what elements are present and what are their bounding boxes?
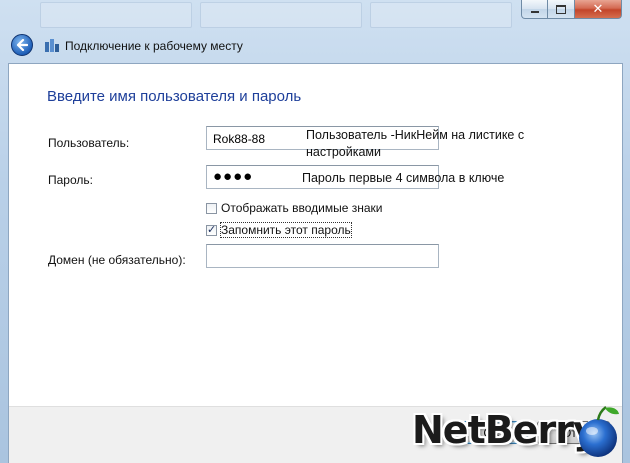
window-frame: ✕ Подключение к рабочему месту Введите и…: [0, 0, 630, 463]
password-mask: ●●●●: [213, 168, 254, 185]
user-annotation: Пользователь -НикНейм на листике с настр…: [306, 127, 524, 161]
user-annotation-line2: настройками: [306, 145, 381, 159]
remember-password-checkbox-row[interactable]: ✓ Запомнить этот пароль: [206, 222, 352, 238]
background-ghost: [200, 2, 362, 28]
password-annotation: Пароль первые 4 символа в ключе: [302, 171, 505, 185]
watermark-text: NetBerry: [412, 408, 598, 452]
minimize-button[interactable]: [521, 0, 548, 19]
user-label: Пользователь:: [48, 136, 130, 150]
remember-password-checkbox[interactable]: ✓: [206, 223, 217, 236]
checkbox-check-icon: ✓: [207, 223, 217, 236]
title-bar: Подключение к рабочему месту: [0, 28, 630, 62]
watermark-logo: NetBerry: [412, 402, 624, 462]
network-connection-icon: [45, 39, 59, 52]
password-label: Пароль:: [48, 173, 93, 187]
user-input-value: Rok88-88: [213, 132, 266, 146]
back-arrow-icon: [16, 39, 28, 51]
maximize-icon: [556, 4, 566, 14]
maximize-button[interactable]: [548, 0, 575, 19]
minimize-icon: [530, 11, 539, 13]
close-icon: ✕: [592, 1, 604, 16]
show-chars-checkbox[interactable]: [206, 202, 217, 214]
remember-password-label[interactable]: Запомнить этот пароль: [220, 222, 352, 238]
show-chars-checkbox-row[interactable]: Отображать вводимые знаки: [206, 201, 382, 215]
window-title: Подключение к рабочему месту: [65, 39, 243, 53]
background-ghost: [40, 2, 192, 28]
back-button[interactable]: [11, 34, 33, 56]
berry-logo-icon: [579, 406, 619, 457]
domain-input[interactable]: [206, 244, 439, 268]
close-button[interactable]: ✕: [575, 0, 622, 19]
window-controls: ✕: [521, 0, 622, 20]
domain-label: Домен (не обязательно):: [48, 253, 186, 267]
show-chars-label[interactable]: Отображать вводимые знаки: [221, 201, 382, 215]
user-annotation-line1: Пользователь -НикНейм на листике с: [306, 128, 525, 142]
dialog-heading: Введите имя пользователя и пароль: [47, 88, 302, 105]
background-ghost: [370, 2, 512, 28]
